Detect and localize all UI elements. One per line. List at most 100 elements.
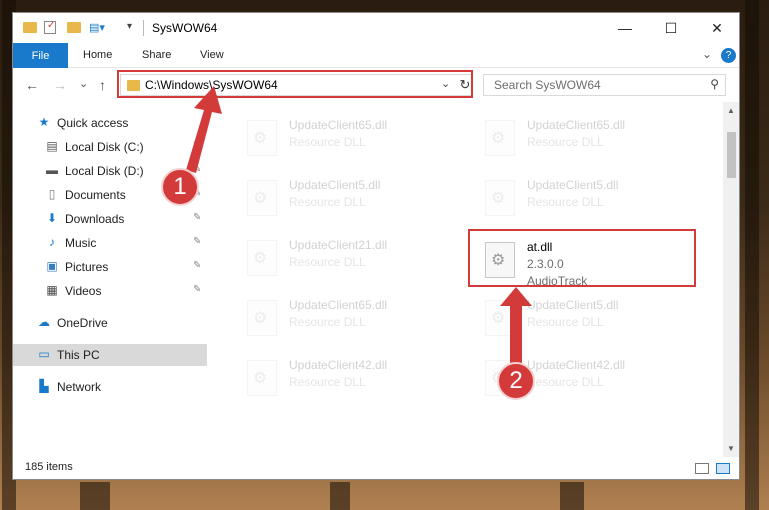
sidebar-item-onedrive[interactable]: ☁ OneDrive xyxy=(13,312,207,334)
window-title: SysWOW64 xyxy=(152,21,218,35)
address-highlight-box xyxy=(117,70,473,98)
step-badge-2: 2 xyxy=(497,362,535,400)
background-tree xyxy=(330,482,350,510)
sidebar-item-label: Videos xyxy=(65,284,102,298)
pin-icon[interactable]: ✎ xyxy=(193,284,201,295)
pin-icon[interactable]: ✎ xyxy=(193,140,201,151)
scroll-down-icon[interactable]: ▼ xyxy=(727,444,735,453)
pin-icon[interactable]: ✎ xyxy=(193,164,201,175)
background-tree xyxy=(745,0,759,510)
pin-icon[interactable]: ✎ xyxy=(193,236,201,247)
minimize-button[interactable]: — xyxy=(602,13,648,43)
file-item[interactable]: ⚙ UpdateClient65.dll Resource DLL xyxy=(239,296,459,346)
sidebar-item-downloads[interactable]: ⬇ Downloads ✎ xyxy=(13,208,207,230)
sidebar-item-label: Local Disk (C:) xyxy=(65,140,144,154)
pin-icon[interactable]: ✎ xyxy=(193,260,201,271)
dll-file-icon: ⚙ xyxy=(485,120,515,156)
file-description: Resource DLL xyxy=(289,315,366,329)
background-tree xyxy=(80,482,110,510)
sidebar-item-quick-access[interactable]: ★ Quick access xyxy=(13,112,207,134)
file-item[interactable]: ⚙ UpdateClient5.dll Resource DLL xyxy=(477,296,697,346)
step-badge-1: 1 xyxy=(161,168,199,206)
file-name: UpdateClient42.dll xyxy=(527,358,626,372)
file-description: Resource DLL xyxy=(527,315,604,329)
search-placeholder: Search SysWOW64 xyxy=(494,78,601,92)
file-description: Resource DLL xyxy=(289,255,366,269)
details-view-button[interactable] xyxy=(695,463,709,474)
network-icon: ▙ xyxy=(39,379,49,393)
maximize-button[interactable]: ☐ xyxy=(648,13,694,43)
dll-file-icon: ⚙ xyxy=(485,300,515,336)
tab-file[interactable]: File xyxy=(13,43,68,68)
item-count: 185 items xyxy=(25,461,73,473)
pictures-icon: ▣ xyxy=(46,259,58,273)
file-item[interactable]: ⚙ UpdateClient42.dll Resource DLL xyxy=(239,356,459,406)
navigation-pane: ★ Quick access ▤ Local Disk (C:) ✎ ▬ Loc… xyxy=(13,102,207,457)
sidebar-item-label: Documents xyxy=(65,188,126,202)
file-name: UpdateClient21.dll xyxy=(289,238,388,252)
sidebar-item-local-disk-c[interactable]: ▤ Local Disk (C:) ✎ xyxy=(13,136,207,158)
file-description: Resource DLL xyxy=(289,195,366,209)
file-item[interactable]: ⚙ UpdateClient65.dll Resource DLL xyxy=(477,116,697,166)
file-name: UpdateClient65.dll xyxy=(527,118,626,132)
sidebar-item-label: OneDrive xyxy=(57,316,108,330)
large-icons-view-button[interactable] xyxy=(716,463,730,474)
file-description: Resource DLL xyxy=(527,135,604,149)
disk-icon: ▬ xyxy=(46,163,58,177)
file-item[interactable]: ⚙ UpdateClient21.dll Resource DLL xyxy=(239,236,459,286)
title-divider xyxy=(143,20,144,36)
file-name: UpdateClient5.dll xyxy=(527,298,619,312)
sidebar-item-label: Downloads xyxy=(65,212,125,226)
tab-share[interactable]: Share xyxy=(142,49,171,61)
recent-locations-button[interactable]: ⌄ xyxy=(79,77,88,90)
file-name: UpdateClient5.dll xyxy=(289,178,381,192)
sidebar-item-videos[interactable]: ▦ Videos ✎ xyxy=(13,280,207,302)
dll-file-icon: ⚙ xyxy=(485,180,515,216)
dll-file-icon: ⚙ xyxy=(247,120,277,156)
sidebar-item-pictures[interactable]: ▣ Pictures ✎ xyxy=(13,256,207,278)
sidebar-item-label: Local Disk (D:) xyxy=(65,164,144,178)
forward-button[interactable]: → xyxy=(53,77,67,93)
file-name: UpdateClient42.dll xyxy=(289,358,388,372)
document-icon: ▯ xyxy=(48,187,56,201)
computer-icon: ▭ xyxy=(38,347,50,361)
help-icon[interactable]: ? xyxy=(721,48,736,63)
sidebar-item-network[interactable]: ▙ Network xyxy=(13,376,207,398)
file-item[interactable]: ⚙ UpdateClient5.dll Resource DLL xyxy=(239,176,459,226)
properties-icon[interactable]: ✓ xyxy=(44,20,56,34)
file-highlight-box xyxy=(468,229,696,287)
sidebar-item-label: Pictures xyxy=(65,260,109,274)
folder-icon xyxy=(23,22,37,33)
sidebar-item-label: Network xyxy=(57,380,102,394)
tab-home[interactable]: Home xyxy=(83,49,112,61)
close-button[interactable]: ✕ xyxy=(694,13,739,43)
expand-ribbon-icon[interactable]: ⌄ xyxy=(702,47,712,61)
sidebar-item-music[interactable]: ♪ Music ✎ xyxy=(13,232,207,254)
search-icon[interactable]: ⚲ xyxy=(710,77,719,91)
tab-view[interactable]: View xyxy=(200,49,224,61)
search-input[interactable]: Search SysWOW64 ⚲ xyxy=(483,74,726,96)
star-icon: ★ xyxy=(38,115,50,129)
file-description: Resource DLL xyxy=(289,135,366,149)
cloud-icon: ☁ xyxy=(38,315,50,329)
vertical-scrollbar[interactable]: ▲ ▼ xyxy=(723,102,739,457)
file-description: Resource DLL xyxy=(527,195,604,209)
sidebar-item-this-pc[interactable]: ▭ This PC xyxy=(13,344,207,366)
dll-file-icon: ⚙ xyxy=(247,240,277,276)
sidebar-item-label: Music xyxy=(65,236,97,250)
up-button[interactable]: ↑ xyxy=(99,77,106,93)
new-folder-icon[interactable] xyxy=(67,22,81,33)
scroll-up-icon[interactable]: ▲ xyxy=(727,106,735,115)
file-name: UpdateClient65.dll xyxy=(289,118,388,132)
disk-icon: ▤ xyxy=(46,139,58,153)
back-button[interactable]: ← xyxy=(25,77,39,93)
videos-icon: ▦ xyxy=(46,283,58,297)
dll-file-icon: ⚙ xyxy=(247,360,277,396)
file-item[interactable]: ⚙ UpdateClient5.dll Resource DLL xyxy=(477,176,697,226)
pin-icon[interactable]: ✎ xyxy=(193,212,201,223)
customize-icon[interactable]: ▤▾ xyxy=(89,21,105,34)
file-name: UpdateClient5.dll xyxy=(527,178,619,192)
file-item[interactable]: ⚙ UpdateClient65.dll Resource DLL xyxy=(239,116,459,166)
quick-access-dropdown-icon[interactable]: ▾ xyxy=(127,21,132,32)
scroll-thumb[interactable] xyxy=(727,132,736,178)
